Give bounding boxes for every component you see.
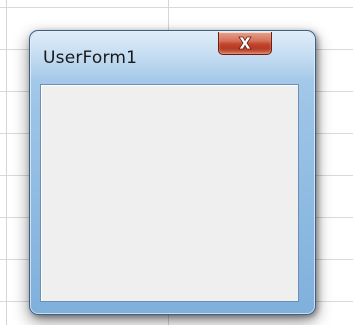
userform-window[interactable]: UserForm1 (29, 30, 316, 315)
userform-client-area[interactable] (40, 84, 299, 302)
column-gridline (6, 0, 7, 325)
close-button[interactable] (218, 32, 272, 55)
close-icon (238, 36, 252, 50)
window-title: UserForm1 (43, 48, 138, 68)
